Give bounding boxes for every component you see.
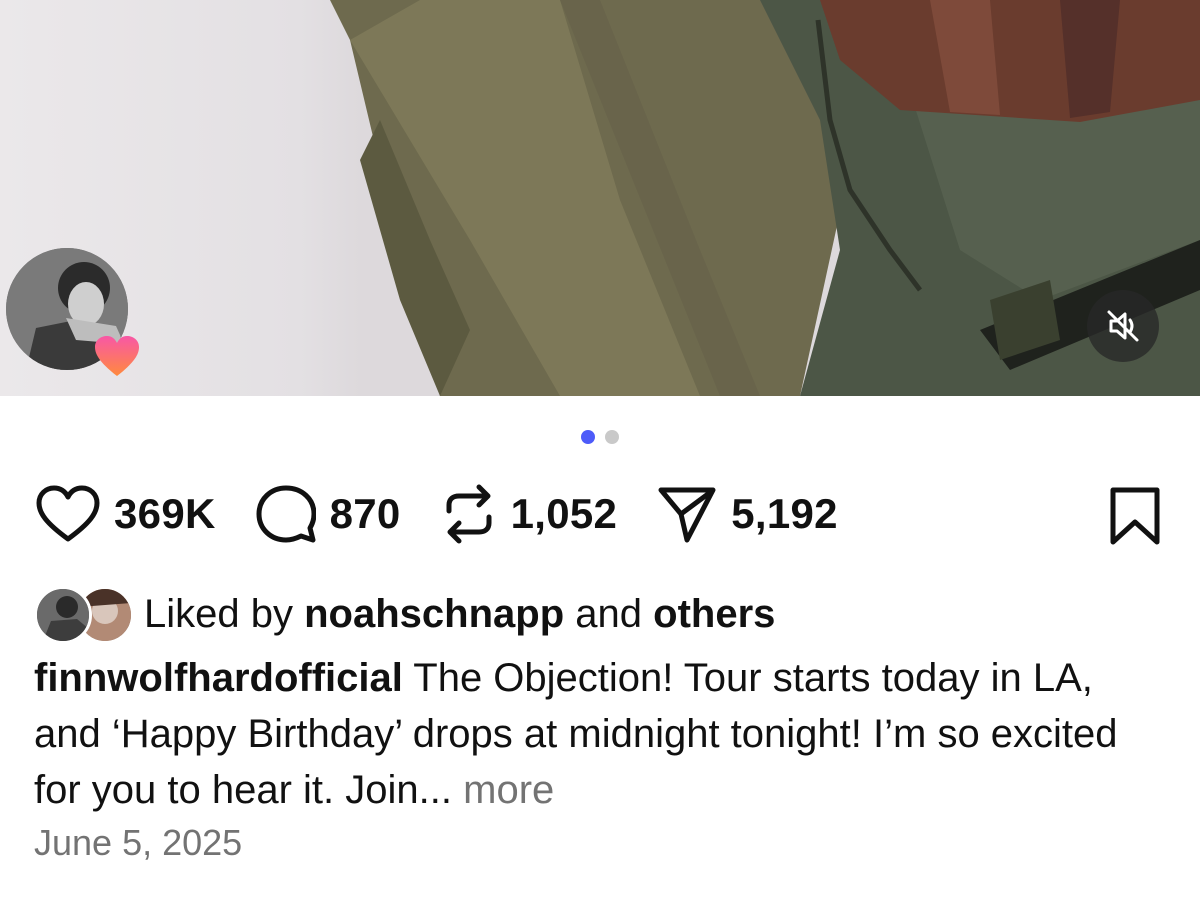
post-date: June 5, 2025: [34, 822, 243, 863]
liker-avatar: [34, 586, 92, 644]
carousel-indicator: [0, 430, 1200, 444]
liked-by-prefix: Liked by: [144, 591, 293, 636]
save-button[interactable]: [1108, 486, 1162, 551]
carousel-dot-active: [581, 430, 595, 444]
mute-button[interactable]: [1087, 290, 1159, 362]
post-photo: [330, 0, 1200, 396]
post-caption: finnwolfhardofficial The Objection! Tour…: [34, 650, 1154, 818]
liked-by-row[interactable]: Liked by noahschnapp and others: [34, 584, 775, 644]
share-action[interactable]: 5,192: [657, 484, 838, 544]
caption-more-link[interactable]: more: [463, 768, 554, 812]
heart-icon: [93, 334, 141, 378]
repost-count: 1,052: [510, 490, 618, 537]
liker-avatars: [34, 586, 134, 644]
action-bar: 369K 870 1,052 5,192: [36, 482, 1162, 546]
caption-username[interactable]: finnwolfhardofficial: [34, 656, 403, 700]
like-count: 369K: [114, 490, 216, 537]
heart-outline-icon: [36, 485, 100, 542]
liked-by-user[interactable]: noahschnapp: [304, 592, 564, 637]
send-icon: [658, 487, 716, 543]
share-count: 5,192: [731, 490, 838, 537]
repost-icon: [446, 484, 492, 544]
speaker-muted-icon: [1107, 310, 1139, 342]
repost-action[interactable]: 1,052: [441, 483, 618, 545]
liked-by-others[interactable]: others: [653, 592, 775, 637]
carousel-dot: [605, 430, 619, 444]
comment-count: 870: [329, 490, 401, 537]
comment-action[interactable]: 870: [256, 484, 401, 544]
bookmark-icon: [1110, 487, 1160, 545]
comment-icon: [256, 485, 316, 543]
liked-by-joiner: and: [575, 591, 643, 636]
like-action[interactable]: 369K: [36, 485, 216, 543]
post-media[interactable]: [0, 0, 1200, 396]
